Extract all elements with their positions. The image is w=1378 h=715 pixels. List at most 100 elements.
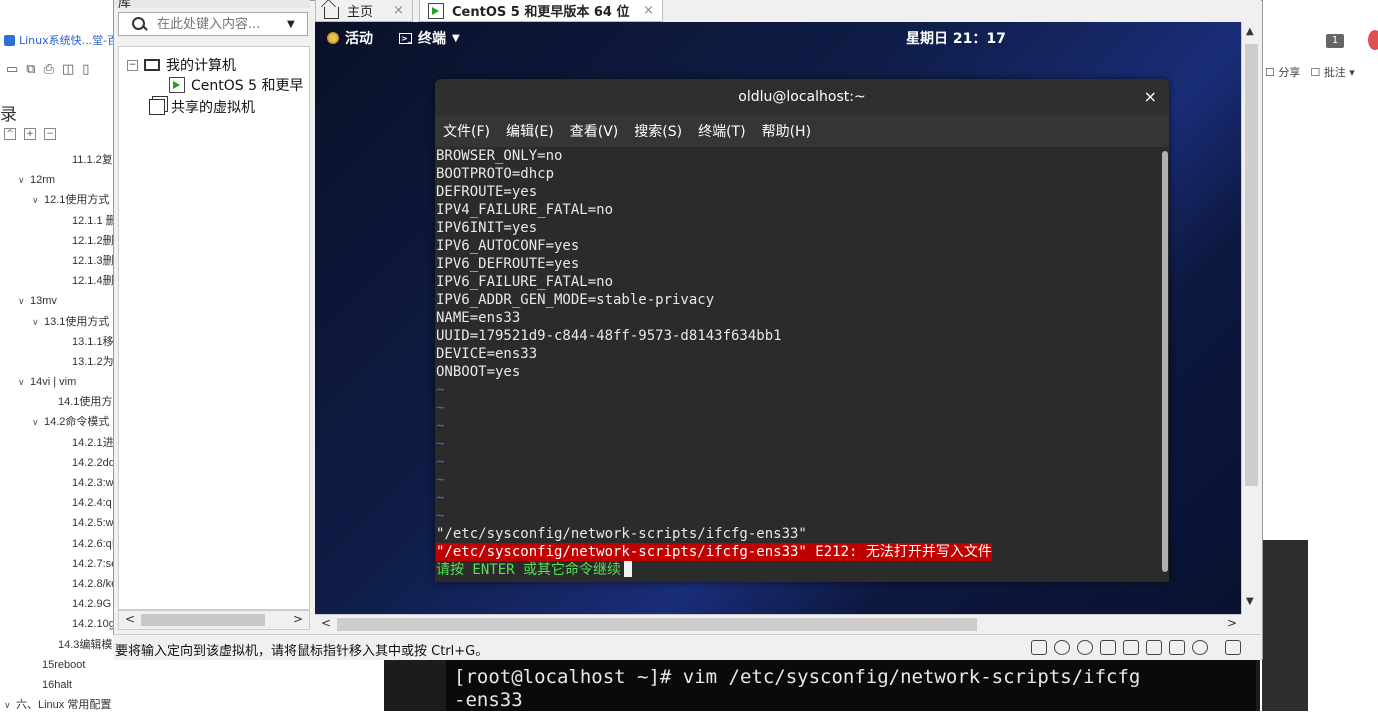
tree-item-vm[interactable]: CentOS 5 和更早	[169, 75, 303, 95]
background-terminal-line: -ens33	[454, 689, 523, 711]
menu-view[interactable]: 查看(V)	[562, 121, 627, 141]
activities-button[interactable]: 活动	[327, 28, 373, 48]
menu-help[interactable]: 帮助(H)	[754, 121, 819, 141]
terminal-line: DEVICE=ens33	[436, 346, 538, 362]
printer-icon[interactable]	[1169, 640, 1185, 655]
annotate-button[interactable]: ☐ 批注 ▾	[1310, 64, 1354, 80]
close-button[interactable]: ×	[1144, 79, 1157, 115]
home-icon	[324, 6, 339, 19]
avatar[interactable]	[1368, 30, 1378, 50]
close-icon[interactable]: ×	[393, 3, 404, 18]
scrollbar-thumb[interactable]	[1162, 151, 1168, 572]
library-tree: − 我的计算机 CentOS 5 和更早 共享的虚拟机	[118, 46, 310, 610]
collapse-icon[interactable]: −	[127, 59, 138, 71]
terminal-scrollbar[interactable]	[1161, 147, 1169, 576]
toc-item-label: 14vi | vim	[30, 376, 77, 389]
scroll-left-icon[interactable]: <	[321, 616, 331, 630]
search-icon	[131, 16, 147, 32]
toc-item-label: 六、Linux 常用配置	[16, 699, 112, 712]
chevron-down-icon[interactable]: ▼	[287, 19, 295, 30]
toc-item-label: 13.1使用方式	[44, 315, 110, 328]
close-icon[interactable]: ×	[643, 3, 654, 18]
menu-edit[interactable]: 编辑(E)	[498, 121, 562, 141]
page-count-badge: 1	[1326, 34, 1344, 48]
scrollbar-thumb[interactable]	[337, 618, 977, 631]
message-log-icon[interactable]	[1225, 640, 1241, 655]
save-icon[interactable]: ▭	[6, 62, 18, 77]
terminal-line: IPV6_FAILURE_FATAL=no	[436, 274, 614, 290]
tree-item-my-computer[interactable]: − 我的计算机	[127, 55, 236, 75]
scrollbar-thumb[interactable]	[141, 614, 265, 626]
search-input[interactable]	[155, 15, 279, 33]
usb-icon[interactable]	[1123, 640, 1139, 655]
tree-item-label: 共享的虚拟机	[171, 100, 255, 116]
terminal-titlebar[interactable]: oldlu@localhost:~ ×	[435, 79, 1169, 115]
chevron-down-icon[interactable]: ∨	[4, 695, 16, 715]
chevron-down-icon[interactable]: ∨	[32, 412, 44, 432]
toc-item-label: 14.2.4:q	[72, 497, 112, 510]
chevron-down-icon[interactable]: ∨	[18, 170, 30, 190]
format-icon[interactable]: ▯	[82, 62, 89, 77]
terminal-line: UUID=179521d9-c844-48ff-9573-d8143f634bb…	[436, 328, 782, 344]
terminal-output[interactable]: BROWSER_ONLY=no BOOTPROTO=dhcp DEFROUTE=ye…	[435, 147, 1161, 582]
vim-empty-line: ~	[436, 382, 445, 398]
library-horizontal-scrollbar[interactable]: < >	[118, 610, 310, 630]
expand-all-icon[interactable]: +	[24, 128, 36, 140]
tree-item-shared[interactable]: 共享的虚拟机	[149, 97, 255, 117]
display-icon[interactable]	[1192, 640, 1208, 655]
share-button[interactable]: ☐ 分享	[1265, 64, 1300, 80]
terminal-line: IPV4_FAILURE_FATAL=no	[436, 202, 614, 218]
chevron-down-icon[interactable]: ∨	[18, 372, 30, 392]
collapse-all-icon[interactable]: ^	[4, 128, 16, 140]
scrollbar-thumb[interactable]	[1245, 44, 1258, 486]
cd-dvd-icon[interactable]	[1054, 640, 1070, 655]
copy-icon[interactable]: ⧉	[26, 62, 35, 77]
document-icon	[4, 34, 15, 46]
tab-centos-vm[interactable]: CentOS 5 和更早版本 64 位 ×	[419, 0, 663, 22]
minus-icon[interactable]: −	[44, 128, 56, 140]
scroll-left-icon[interactable]: <	[125, 612, 135, 626]
vm-running-icon	[428, 2, 444, 19]
menu-search[interactable]: 搜索(S)	[626, 121, 690, 141]
menu-terminal[interactable]: 终端(T)	[690, 121, 753, 141]
scroll-right-icon[interactable]: >	[1227, 616, 1237, 630]
preview-icon[interactable]: ◫	[62, 62, 74, 77]
hard-disk-icon[interactable]	[1031, 640, 1047, 655]
toc-item-label: 16halt	[42, 678, 72, 691]
tab-home[interactable]: 主页 ×	[315, 0, 413, 22]
vm-horizontal-scrollbar[interactable]: < >	[315, 614, 1241, 634]
toc-item[interactable]: 16halt	[0, 675, 200, 695]
library-search[interactable]: ▼	[118, 12, 308, 36]
app-menu-label: 终端	[418, 31, 446, 47]
print-icon[interactable]: ⎙	[44, 62, 54, 77]
tree-item-label: 我的计算机	[166, 58, 236, 74]
scroll-up-icon[interactable]: ▲	[1246, 26, 1254, 37]
background-doc-tab[interactable]: Linux系统快...堂-百	[4, 32, 118, 48]
cd-dvd-2-icon[interactable]	[1077, 640, 1093, 655]
scroll-down-icon[interactable]: ▼	[1246, 596, 1254, 607]
network-icon[interactable]	[1100, 640, 1116, 655]
scroll-right-icon[interactable]: >	[293, 612, 303, 626]
app-menu[interactable]: >_ 终端 ▼	[399, 28, 460, 48]
gnome-foot-icon	[327, 32, 339, 44]
terminal-window[interactable]: oldlu@localhost:~ × 文件(F) 编辑(E) 查看(V) 搜索…	[435, 79, 1169, 582]
toc-controls: ^ + −	[4, 128, 56, 140]
status-bar: 要将输入定向到该虚拟机，请将鼠标指针移入其中或按 Ctrl+G。	[113, 634, 1261, 660]
toc-item-label: 14.2命令模式	[44, 416, 110, 429]
tree-item-label: CentOS 5 和更早	[191, 78, 304, 94]
toc-item[interactable]: ∨ 六、Linux 常用配置	[0, 695, 200, 715]
chevron-down-icon[interactable]: ∨	[18, 291, 30, 311]
terminal-line: IPV6_DEFROUTE=yes	[436, 256, 580, 272]
menu-file[interactable]: 文件(F)	[435, 121, 498, 141]
sound-icon[interactable]	[1146, 640, 1162, 655]
terminal-line: NAME=ens33	[436, 310, 521, 326]
vim-continue-prompt: 请按 ENTER 或其它命令继续	[436, 562, 622, 578]
vim-empty-line: ~	[436, 508, 445, 524]
tab-label: 主页	[347, 5, 374, 20]
chevron-down-icon[interactable]: ∨	[32, 190, 44, 210]
clock[interactable]: 星期日 21：17	[906, 28, 1006, 48]
toc-item-label: 14.2.3:w	[72, 477, 114, 489]
chevron-down-icon[interactable]: ∨	[32, 312, 44, 332]
vm-tab-bar: 主页 × CentOS 5 和更早版本 64 位 ×	[315, 0, 1261, 22]
vm-vertical-scrollbar[interactable]: ▲ ▼	[1241, 22, 1261, 614]
